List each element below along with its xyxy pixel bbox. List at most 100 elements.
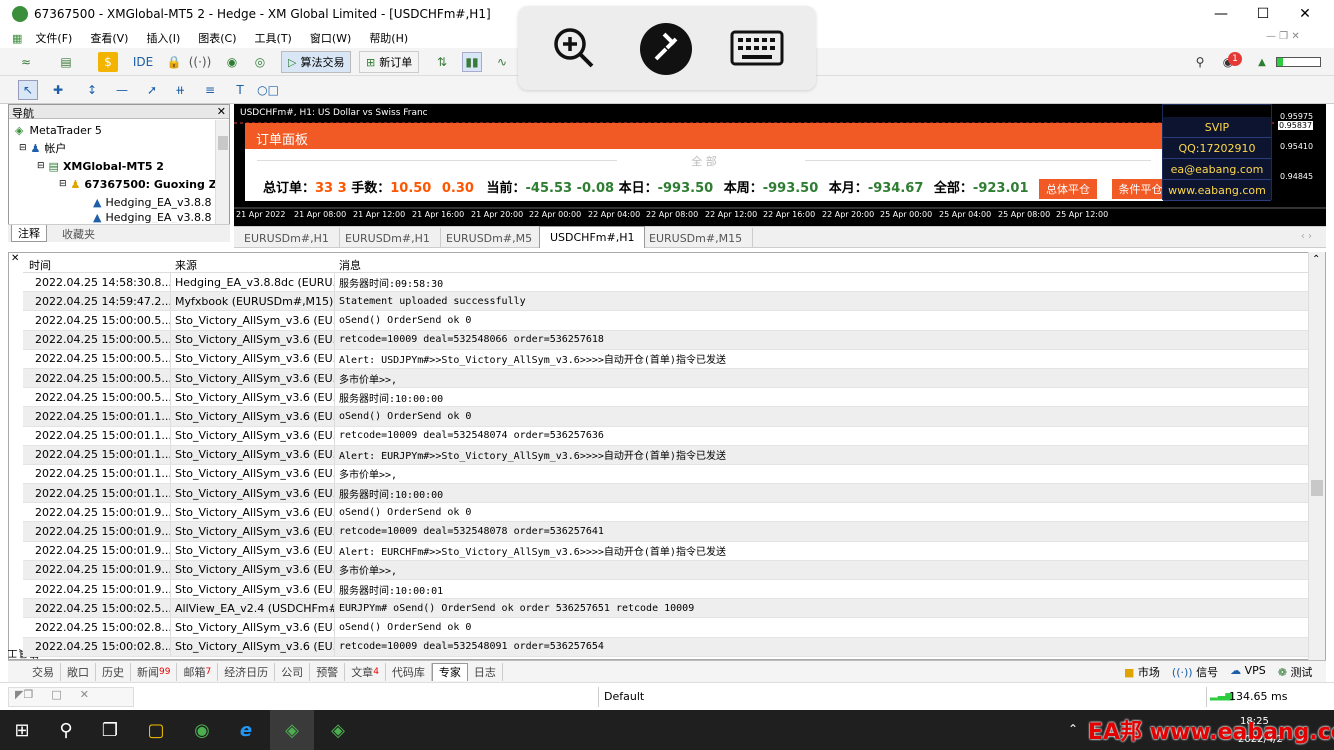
col-time[interactable]: 时间 [29, 257, 51, 273]
nav-item-ea[interactable]: ▲ Hedging_EA_v3.8.8 [93, 193, 211, 211]
maximize-button[interactable]: ☐ [1242, 0, 1284, 28]
navigator-scrollbar[interactable] [215, 120, 229, 224]
start-icon[interactable]: ⊞ [0, 710, 44, 750]
navigator-close-icon[interactable]: ✕ [217, 105, 229, 118]
toolbox-tab[interactable]: 交易 [26, 662, 61, 681]
file-explorer-icon[interactable]: ▢ [134, 710, 178, 750]
log-row[interactable]: 2022.04.25 15:00:01.1... Sto_Victory_AllS… [23, 464, 1309, 485]
menu-window[interactable]: 窗口(W) [301, 30, 360, 46]
chart-tab[interactable]: EURUSDm#,H1 [234, 228, 340, 248]
signal-icon[interactable]: ((·)) [189, 52, 212, 72]
text-tool-icon[interactable]: T [230, 80, 250, 100]
log-row[interactable]: 2022.04.25 15:00:00.5... Sto_Victory_AllS… [23, 311, 1309, 331]
toolbox-tab[interactable]: 日志 [468, 662, 503, 681]
tab-favorites[interactable]: 收藏夹 [62, 226, 95, 242]
mt5-taskbar-icon[interactable]: ◈ [270, 710, 314, 750]
search-icon[interactable]: ⚲ [1190, 52, 1210, 72]
chart-tab[interactable]: EURUSDm#,M5 [436, 228, 544, 248]
log-row[interactable]: 2022.04.25 15:00:00.5... Sto_Victory_AllS… [23, 368, 1309, 389]
log-row[interactable]: 2022.04.25 15:00:01.1... Sto_Victory_AllS… [23, 445, 1309, 465]
toolbox-tab[interactable]: 新闻 99 [131, 662, 178, 681]
vps-link[interactable]: ☁ VPS [1230, 664, 1266, 680]
col-message[interactable]: 消息 [339, 257, 361, 273]
log-row[interactable]: 2022.04.25 15:00:01.9... Sto_Victory_AllS… [23, 503, 1309, 523]
shapes-icon[interactable]: ○□ [257, 80, 279, 100]
tab-comments[interactable]: 注释 [11, 225, 47, 242]
horizontal-line-icon[interactable]: — [112, 80, 132, 100]
log-row[interactable]: 2022.04.25 15:00:02.8... Sto_Victory_AllS… [23, 618, 1309, 638]
toolbox-tab[interactable]: 专家 [431, 662, 468, 681]
toolbox-close-icon[interactable]: ✕ [11, 253, 19, 264]
depth-icon[interactable]: ⇅ [432, 52, 452, 72]
tab-scroll-arrows[interactable]: ‹ › [1301, 231, 1312, 242]
log-row[interactable]: 2022.04.25 15:00:01.1... Sto_Victory_AllS… [23, 484, 1309, 504]
search-taskbar-icon[interactable]: ⚲ [44, 710, 88, 750]
scroll-up-icon[interactable]: ⌃ [1312, 254, 1320, 265]
log-row[interactable]: 2022.04.25 15:00:01.1... Sto_Victory_AllS… [23, 426, 1309, 446]
menu-file[interactable]: 文件(F) [26, 30, 81, 46]
nav-item-account[interactable]: ⊟ ♟ 67367500: Guoxing Zh [59, 175, 225, 193]
lock-icon[interactable]: 🔒 [164, 52, 184, 72]
scroll-thumb[interactable] [1311, 480, 1323, 496]
chrome-icon[interactable]: ◉ [180, 710, 224, 750]
vertical-line-icon[interactable]: ↕ [82, 80, 102, 100]
chart-type-icon[interactable]: ≈ [16, 52, 36, 72]
nav-item-metatrader[interactable]: ◈ MetaTrader 5 [15, 121, 102, 139]
toolbox-tab[interactable]: 公司 [275, 662, 311, 681]
log-row[interactable]: 2022.04.25 15:00:01.9... Sto_Victory_AllS… [23, 580, 1309, 600]
toolbox-tab[interactable]: 预警 [310, 662, 346, 681]
close-all-button[interactable]: 总体平仓 [1039, 178, 1098, 199]
log-row[interactable]: 2022.04.25 15:00:00.5... Sto_Victory_AllS… [23, 349, 1309, 369]
fibonacci-icon[interactable]: ≡ [200, 80, 220, 100]
ide-button[interactable]: IDE [130, 52, 156, 72]
log-row[interactable]: 2022.04.25 15:00:02.8... Sto_Victory_AllS… [23, 637, 1309, 657]
line-chart-icon[interactable]: ∿ [492, 52, 512, 72]
trendline-icon[interactable]: ➚ [142, 80, 162, 100]
globe-icon[interactable]: ◉ [222, 52, 242, 72]
minimize-button[interactable]: — [1200, 0, 1242, 28]
log-row[interactable]: 2022.04.25 15:00:01.9... Sto_Victory_AllS… [23, 522, 1309, 542]
log-row[interactable]: 2022.04.25 14:58:30.8... Hedging_EA_v3.8.… [23, 273, 1309, 293]
toolbox-tab[interactable]: 经济日历 [218, 662, 276, 681]
chart-tab-active[interactable]: USDCHFm#,H1 [539, 226, 646, 248]
log-row[interactable]: 2022.04.25 15:00:01.9... Sto_Victory_AllS… [23, 541, 1309, 561]
mt5-taskbar-icon-2[interactable]: ◈ [316, 710, 360, 750]
menu-help[interactable]: 帮助(H) [360, 30, 417, 46]
zoom-in-icon[interactable] [552, 26, 596, 70]
algo-trading-button[interactable]: ▷ 算法交易 [281, 51, 352, 73]
cursor-icon[interactable]: ↖ [18, 80, 38, 100]
menu-charts[interactable]: 图表(C) [189, 30, 245, 46]
nav-item-server[interactable]: ⊟ ▤ XMGlobal-MT5 2 [37, 157, 164, 175]
toolbox-tab[interactable]: 历史 [96, 662, 131, 681]
toolbox-tab[interactable]: 文章 4 [345, 662, 386, 681]
log-scrollbar[interactable]: ⌃ [1308, 252, 1325, 660]
menu-view[interactable]: 查看(V) [81, 30, 137, 46]
candles-icon[interactable]: ▮▮ [462, 52, 482, 72]
mdi-controls[interactable]: — ❐ ✕ [1266, 31, 1300, 42]
log-row[interactable]: 2022.04.25 15:00:00.5... Sto_Victory_AllS… [23, 330, 1309, 350]
menu-insert[interactable]: 插入(I) [137, 30, 189, 46]
vps-icon[interactable]: ◎ [250, 52, 270, 72]
tester-link[interactable]: ❁ 测试 [1278, 664, 1313, 680]
tray-chevron-icon[interactable]: ⌃ [1068, 722, 1078, 736]
chart-tab[interactable]: EURUSDm#,M15 [639, 228, 754, 248]
chart-tab[interactable]: EURUSDm#,H1 [335, 228, 441, 248]
menu-tools[interactable]: 工具(T) [246, 30, 301, 46]
close-button[interactable]: ✕ [1284, 0, 1326, 28]
log-row[interactable]: 2022.04.25 14:59:47.2... Myfxbook (EURUSD… [23, 292, 1309, 312]
edge-icon[interactable]: e [224, 710, 268, 750]
market-link[interactable]: ■ 市场 [1124, 664, 1160, 680]
disconnect-icon[interactable] [640, 23, 692, 75]
col-source[interactable]: 来源 [175, 257, 197, 273]
log-row[interactable]: 2022.04.25 15:00:02.5... AllView_EA_v2.4 … [23, 599, 1309, 619]
log-row[interactable]: 2022.04.25 15:00:00.5... Sto_Victory_AllS… [23, 388, 1309, 408]
nav-item-accounts[interactable]: ⊟ ♟ 帐户 [19, 139, 66, 157]
crosshair-icon[interactable]: ✚ [48, 80, 68, 100]
keyboard-icon[interactable] [730, 30, 784, 66]
conditional-close-button[interactable]: 条件平仓 [1111, 178, 1170, 199]
channel-icon[interactable]: ⧺ [170, 80, 190, 100]
toolbox-tab[interactable]: 邮箱 7 [177, 662, 219, 681]
task-view-icon[interactable]: ❐ [88, 710, 132, 750]
toolbox-tab[interactable]: 敞口 [61, 662, 96, 681]
nav-item-ea[interactable]: ▲ Hedging_EA_v3.8.8 [93, 211, 211, 223]
